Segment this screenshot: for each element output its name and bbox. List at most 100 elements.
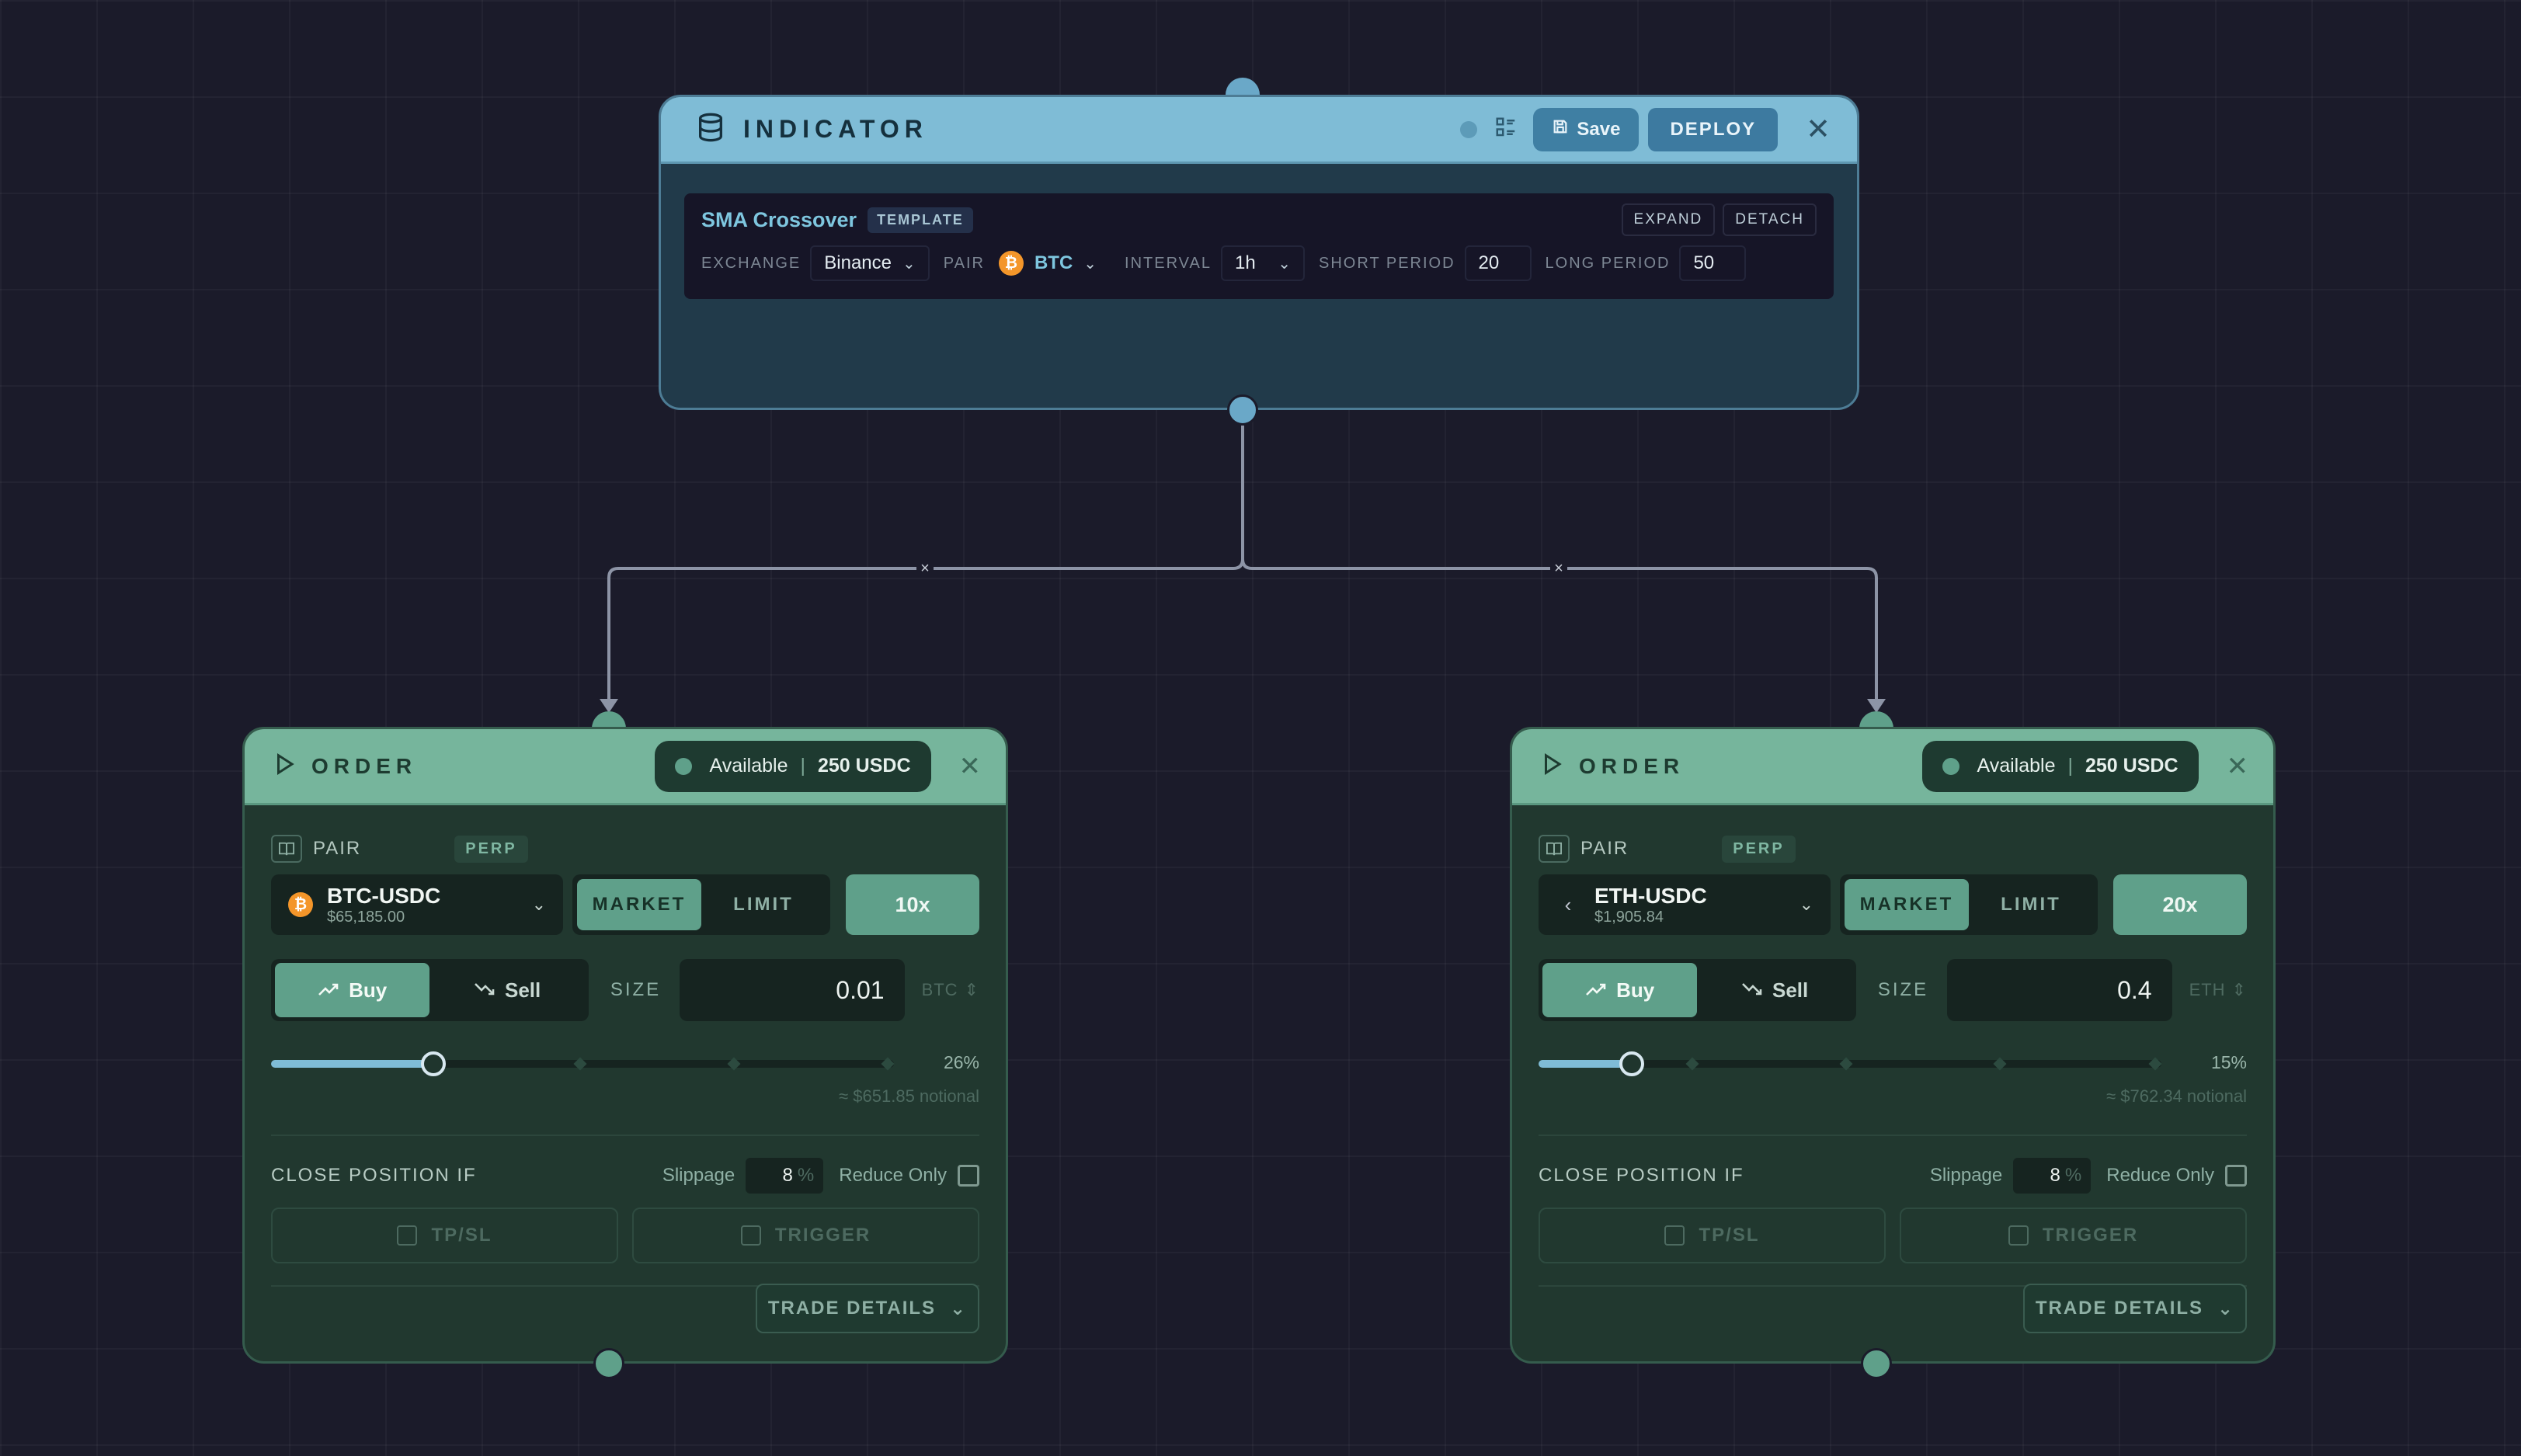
tpsl-label: TP/SL [1699,1225,1760,1246]
order-node-1[interactable]: ORDER Available | 250 USDC ✕ PAIR PERP ₿… [242,727,1008,1364]
slippage-unit: % [797,1165,815,1186]
chevron-down-icon: ⌄ [531,895,546,914]
buy-option[interactable]: Buy [1542,963,1698,1017]
pair-label: PAIR [313,838,362,859]
slippage-input[interactable]: 8 % [746,1158,824,1194]
reduce-only-checkbox[interactable] [958,1165,979,1187]
pair-label: PAIR [1580,838,1629,859]
detach-button[interactable]: DETACH [1723,203,1817,236]
indicator-header: INDICATOR Save DEPLOY ✕ [661,97,1857,164]
reduce-only-label: Reduce Only [2106,1165,2214,1186]
trigger-checkbox[interactable] [2008,1225,2029,1246]
trade-details-button[interactable]: TRADE DETAILS ⌄ [756,1284,979,1333]
exchange-label: EXCHANGE [701,254,802,272]
close-icon[interactable]: ✕ [959,751,982,782]
slider-knob[interactable] [421,1051,446,1076]
save-icon [1552,118,1569,141]
trigger-button[interactable]: TRIGGER [632,1208,979,1263]
trigger-label: TRIGGER [2042,1225,2139,1246]
slippage-input[interactable]: 8 % [2013,1158,2092,1194]
slippage-unit: % [2064,1165,2082,1186]
edge-delete-button-2[interactable]: × [1550,560,1567,577]
order-2-output-handle[interactable] [1861,1348,1892,1379]
indicator-output-handle[interactable] [1227,394,1258,426]
deploy-button[interactable]: DEPLOY [1648,107,1779,151]
trending-down-icon [474,978,496,1003]
buy-label: Buy [349,978,388,1002]
pair-select[interactable]: ‹ ETH-USDC $1,905.84 ⌄ [1539,874,1831,935]
exchange-value: Binance [824,252,892,273]
available-balance: Available | 250 USDC [655,740,931,792]
order-2-input-handle[interactable] [1859,711,1893,728]
close-position-label: CLOSE POSITION IF [1539,1165,1744,1186]
limit-option[interactable]: LIMIT [1969,879,2093,930]
order-title: ORDER [1579,753,1685,778]
slider-fill [271,1060,433,1068]
slider-percent: 26% [943,1052,979,1072]
chevron-down-icon: ⌄ [1278,255,1292,273]
size-slider[interactable]: 26% [271,1049,979,1080]
limit-option[interactable]: LIMIT [701,879,826,930]
indicator-input-handle[interactable] [1226,78,1260,95]
leverage-button[interactable]: 20x [2113,874,2247,935]
trade-details-label: TRADE DETAILS [767,1298,937,1319]
size-unit-select[interactable]: BTC ⇕ [922,980,979,1000]
tpsl-button[interactable]: TP/SL [1539,1208,1886,1263]
pair-select[interactable]: ₿ BTC ⌄ [994,245,1111,281]
divider [271,1135,979,1136]
pair-select[interactable]: ₿ BTC-USDC $65,185.00 ⌄ [271,874,563,935]
size-input[interactable]: 0.4 [1947,959,2172,1021]
available-amount: 250 USDC [818,755,911,777]
expand-button[interactable]: EXPAND [1621,203,1716,236]
buy-option[interactable]: Buy [275,963,430,1017]
slider-fill [1539,1060,1632,1068]
interval-select[interactable]: 1h ⌄ [1221,245,1306,281]
trade-details-label: TRADE DETAILS [2035,1298,2204,1319]
pair-symbol: BTC-USDC [327,883,441,908]
save-button[interactable]: Save [1533,107,1640,151]
chevron-down-icon: ⌄ [1799,895,1813,914]
order-1-input-handle[interactable] [592,711,626,728]
notional-value: ≈ $651.85 notional [839,1086,979,1106]
chevron-updown-icon: ⇕ [964,980,979,999]
pair-symbol: ETH-USDC [1594,883,1707,908]
short-period-label: SHORT PERIOD [1319,254,1455,272]
order-title: ORDER [311,753,418,778]
trending-up-icon [1585,978,1607,1003]
layout-icon[interactable] [1494,116,1518,143]
market-option[interactable]: MARKET [1845,879,1969,930]
separator: | [2067,755,2074,777]
chevron-down-icon: ⌄ [950,1298,968,1319]
save-label: Save [1577,118,1621,140]
bitcoin-icon: ₿ [998,251,1024,276]
trigger-button[interactable]: TRIGGER [1900,1208,2247,1263]
size-unit-select[interactable]: ETH ⇕ [2189,980,2247,1000]
tpsl-checkbox[interactable] [1664,1225,1685,1246]
slider-knob[interactable] [1619,1051,1644,1076]
trigger-checkbox[interactable] [740,1225,761,1246]
trade-details-button[interactable]: TRADE DETAILS ⌄ [2023,1284,2247,1333]
close-icon[interactable]: ✕ [1806,115,1831,144]
close-position-label: CLOSE POSITION IF [271,1165,477,1186]
size-slider[interactable]: 15% [1539,1049,2247,1080]
market-option[interactable]: MARKET [577,879,701,930]
size-input[interactable]: 0.01 [680,959,905,1021]
reduce-only-checkbox[interactable] [2225,1165,2247,1187]
available-label: Available [1977,755,2056,777]
indicator-node[interactable]: INDICATOR Save DEPLOY ✕ SMA Crossover TE… [659,95,1859,410]
interval-label: INTERVAL [1125,254,1212,272]
edge-delete-button-1[interactable]: × [916,560,934,577]
sell-option[interactable]: Sell [1697,963,1852,1017]
order-1-output-handle[interactable] [593,1348,624,1379]
order-node-2[interactable]: ORDER Available | 250 USDC ✕ PAIR PERP ‹… [1510,727,2276,1364]
sell-option[interactable]: Sell [429,963,584,1017]
trending-up-icon [318,978,339,1003]
close-icon[interactable]: ✕ [2227,751,2249,782]
tpsl-button[interactable]: TP/SL [271,1208,618,1263]
short-period-input[interactable]: 20 [1464,245,1532,281]
exchange-select[interactable]: Binance ⌄ [810,245,930,281]
long-period-input[interactable]: 50 [1679,245,1747,281]
leverage-button[interactable]: 10x [846,874,979,935]
tpsl-checkbox[interactable] [397,1225,418,1246]
play-icon [273,752,296,780]
